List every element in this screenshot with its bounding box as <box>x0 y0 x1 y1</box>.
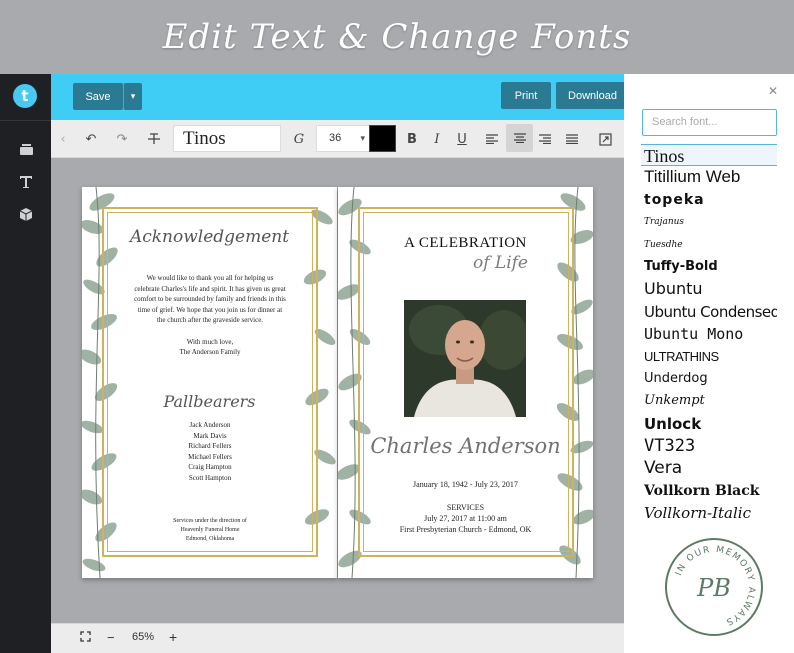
stamp-artwork: IN OUR MEMORY ALWAYS PB <box>674 545 755 627</box>
font-option[interactable]: Vollkorn Black <box>641 480 777 502</box>
of-life-title[interactable]: of Life <box>453 253 548 273</box>
font-option[interactable]: Titillium Web <box>641 166 777 188</box>
cube-icon[interactable] <box>16 204 36 224</box>
acknowledgement-heading[interactable]: Acknowledgement <box>122 227 297 247</box>
bold-button[interactable]: B <box>403 130 421 148</box>
font-option[interactable]: Ubuntu <box>641 278 777 300</box>
font-panel: ✕ Search font... Tinos Titillium Web top… <box>624 74 794 653</box>
font-option[interactable]: Unlock <box>641 413 777 435</box>
zoom-out-button[interactable]: − <box>107 630 115 645</box>
gold-frame-inner <box>107 212 313 552</box>
layers-icon[interactable] <box>16 140 36 160</box>
font-search-input[interactable]: Search font... <box>642 109 777 136</box>
font-list: Tinos Titillium Web topeka Trajanus Tues… <box>641 144 777 525</box>
zoom-in-button[interactable]: + <box>169 629 177 645</box>
strikethrough-icon[interactable] <box>145 130 163 148</box>
align-justify-icon[interactable] <box>563 130 581 148</box>
font-size-select[interactable]: 36 ▾ <box>316 125 371 152</box>
pallbearers-list[interactable]: Jack Anderson Mark Davis Richard Fellers… <box>134 420 286 483</box>
pallbearer-name: Scott Hampton <box>188 473 232 482</box>
top-bar: Save ▾ Print Download <box>51 74 629 120</box>
redo-icon[interactable]: ↷ <box>113 130 131 148</box>
font-option[interactable]: Underdog <box>641 368 777 390</box>
chevron-down-icon: ▾ <box>130 91 136 101</box>
underline-button[interactable]: U <box>453 130 471 148</box>
celebration-title[interactable]: A CELEBRATION <box>378 235 553 252</box>
banner: Edit Text & Change Fonts <box>0 0 794 74</box>
italic-button[interactable]: I <box>428 130 446 148</box>
app-logo[interactable]: t <box>13 84 37 108</box>
page-left[interactable]: Acknowledgement We would like to thank y… <box>82 187 337 578</box>
memory-stamp-logo: IN OUR MEMORY ALWAYS PB <box>665 538 763 636</box>
font-option[interactable]: Tuesdhe <box>641 234 777 256</box>
text-tool-icon[interactable] <box>16 172 36 192</box>
font-option[interactable]: VT323 <box>641 435 777 457</box>
font-option[interactable]: topeka <box>641 189 777 211</box>
services-label[interactable]: SERVICES <box>378 503 553 514</box>
save-options-button[interactable]: ▾ <box>123 83 142 110</box>
font-family-select[interactable]: Tinos <box>173 125 281 152</box>
zoom-bar: − 65% + <box>51 623 624 653</box>
font-option[interactable]: ULTRATHINS <box>641 346 777 368</box>
design-canvas: Acknowledgement We would like to thank y… <box>51 158 624 623</box>
font-option[interactable]: Tuffy-Bold <box>641 256 777 278</box>
service-place[interactable]: First Presbyterian Church - Edmond, OK <box>368 525 563 536</box>
font-size-value: 36 <box>329 132 342 144</box>
pallbearers-heading[interactable]: Pallbearers <box>122 392 297 411</box>
undo-icon[interactable]: ↶ <box>82 130 100 148</box>
format-toolbar: ‹ ↶ ↷ Tinos G 36 ▾ B I U <box>51 120 624 158</box>
stamp-initials: PB <box>696 574 731 602</box>
pallbearer-name: Mark Davis <box>193 431 227 440</box>
service-time[interactable]: July 27, 2017 at 11:00 am <box>378 514 553 525</box>
decedent-name[interactable]: Charles Anderson <box>368 434 563 458</box>
font-style-icon[interactable]: G <box>290 130 308 148</box>
portrait-photo[interactable] <box>404 300 526 417</box>
family-signature[interactable]: The Anderson Family <box>134 347 286 358</box>
close-icon[interactable]: ✕ <box>768 84 778 98</box>
banner-title: Edit Text & Change Fonts <box>162 17 632 57</box>
funeral-home-block[interactable]: Services under the direction of Heavenly… <box>134 517 286 544</box>
font-option-tinos[interactable]: Tinos <box>641 144 777 167</box>
font-option[interactable]: Vollkorn-Italic <box>641 502 777 524</box>
chevron-down-icon: ▾ <box>360 133 365 143</box>
rail-divider <box>0 120 51 121</box>
text-color-swatch[interactable] <box>369 125 396 152</box>
download-button[interactable]: Download <box>556 82 629 109</box>
left-rail: t <box>0 74 51 653</box>
save-button[interactable]: Save <box>73 83 123 110</box>
life-dates[interactable]: January 18, 1942 - July 23, 2017 <box>378 480 553 491</box>
acknowledgement-message[interactable]: We would like to thank you all for helpi… <box>134 273 286 326</box>
align-right-icon[interactable] <box>536 130 554 148</box>
page-right[interactable]: A CELEBRATION of Life Charles Anderson J… <box>338 187 593 578</box>
pallbearer-name: Michael Fellers <box>188 452 232 461</box>
font-option[interactable]: Trajanus <box>641 211 777 233</box>
services-line: Edmond, Oklahoma <box>185 536 235 542</box>
font-option[interactable]: Ubuntu Condensed <box>641 301 777 323</box>
font-option[interactable]: Ubuntu Mono <box>641 323 777 345</box>
chevron-left-icon[interactable]: ‹ <box>54 130 72 148</box>
services-line: Heavenly Funeral Home <box>180 527 240 533</box>
pallbearer-name: Craig Hampton <box>188 463 232 471</box>
align-center-icon[interactable] <box>506 124 533 152</box>
align-left-icon[interactable] <box>483 130 501 148</box>
pallbearer-name: Richard Fellers <box>188 442 232 450</box>
services-line: Services under the direction of <box>173 518 247 524</box>
zoom-level: 65% <box>132 631 155 643</box>
pallbearer-name: Jack Anderson <box>189 421 231 429</box>
font-option[interactable]: Unkempt <box>641 390 777 412</box>
fit-screen-icon[interactable] <box>80 631 91 645</box>
closing-line[interactable]: With much love, <box>134 337 286 348</box>
portrait-image <box>404 300 526 417</box>
print-button[interactable]: Print <box>501 82 551 109</box>
font-option[interactable]: Vera <box>641 457 777 479</box>
resize-icon[interactable] <box>596 130 614 148</box>
